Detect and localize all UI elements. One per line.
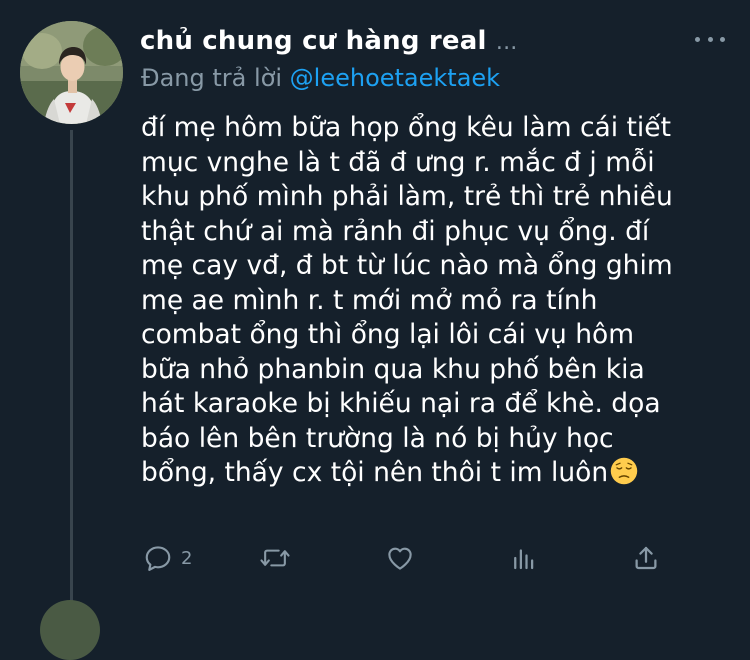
retweet-icon bbox=[260, 549, 290, 567]
more-dot bbox=[720, 36, 725, 42]
tweet[interactable]: chủ chung cư hàng real ... Đang trả lời … bbox=[0, 0, 750, 660]
tweet-text-line: combat ổng thì ổng lại lôi cái vụ hôm bbox=[141, 319, 635, 350]
replying-to-handle[interactable]: @leehoetaektaek bbox=[290, 64, 500, 92]
share-button[interactable] bbox=[631, 538, 661, 578]
tweet-actions: 2 bbox=[141, 538, 671, 578]
tweet-text-line: bữa nhỏ phanbin qua khu phố bên kia bbox=[141, 353, 645, 385]
like-icon bbox=[388, 547, 412, 570]
thread-connector-line bbox=[70, 130, 73, 610]
reply-count: 2 bbox=[181, 547, 193, 569]
share-icon bbox=[635, 546, 657, 570]
author-name[interactable]: chủ chung cư hàng real ... bbox=[140, 26, 517, 56]
more-dot bbox=[695, 36, 700, 42]
more-options-icon[interactable] bbox=[695, 26, 725, 52]
tweet-text-line: mẹ ae mình r. t mới mở mỏ ra tính bbox=[141, 284, 598, 316]
reply-button[interactable]: 2 bbox=[143, 538, 192, 578]
tweet-text: đí mẹ hôm bữa họp ổng kêu làm cái tiết m… bbox=[141, 111, 741, 491]
analytics-icon bbox=[514, 549, 534, 570]
tweet-text-line: bổng, thấy cx tội nên thôi t im luôn bbox=[141, 457, 609, 488]
pensive-face-emoji-icon bbox=[610, 457, 638, 485]
tweet-text-line: khu phố mình phải làm, trẻ thì trẻ nhiều bbox=[141, 181, 673, 212]
tweet-text-line: mẹ cay vđ, đ bt từ lúc nào mà ổng ghim bbox=[141, 250, 673, 281]
avatar-photo bbox=[20, 21, 123, 124]
tweet-text-line: mục vnghe là t đã đ ưng r. mắc đ j mỗi bbox=[141, 146, 655, 178]
retweet-button[interactable] bbox=[259, 538, 291, 578]
replying-to: Đang trả lời @leehoetaektaek bbox=[141, 64, 500, 92]
tweet-text-line: đí mẹ hôm bữa họp ổng kêu làm cái tiết bbox=[141, 112, 671, 143]
tweet-text-line: báo lên bên trường là nó bị hủy học bbox=[141, 422, 614, 454]
tweet-text-line-last: bổng, thấy cx tội nên thôi t im luôn bbox=[141, 456, 741, 491]
like-button[interactable] bbox=[385, 538, 415, 578]
reply-icon bbox=[145, 546, 171, 571]
replying-to-label: Đang trả lời bbox=[141, 64, 283, 92]
tweet-text-line: thật chứ ai mà rảnh đi phục vụ ổng. đí bbox=[141, 215, 650, 247]
name-ellipsis: ... bbox=[495, 30, 518, 55]
next-tweet-avatar[interactable] bbox=[40, 600, 100, 660]
more-dot bbox=[707, 36, 713, 42]
analytics-button[interactable] bbox=[509, 538, 539, 578]
avatar[interactable] bbox=[20, 21, 123, 124]
author-display-name[interactable]: chủ chung cư hàng real bbox=[140, 26, 487, 56]
tweet-text-line: hát karaoke bị khiếu nại ra để khè. dọa bbox=[141, 388, 661, 419]
